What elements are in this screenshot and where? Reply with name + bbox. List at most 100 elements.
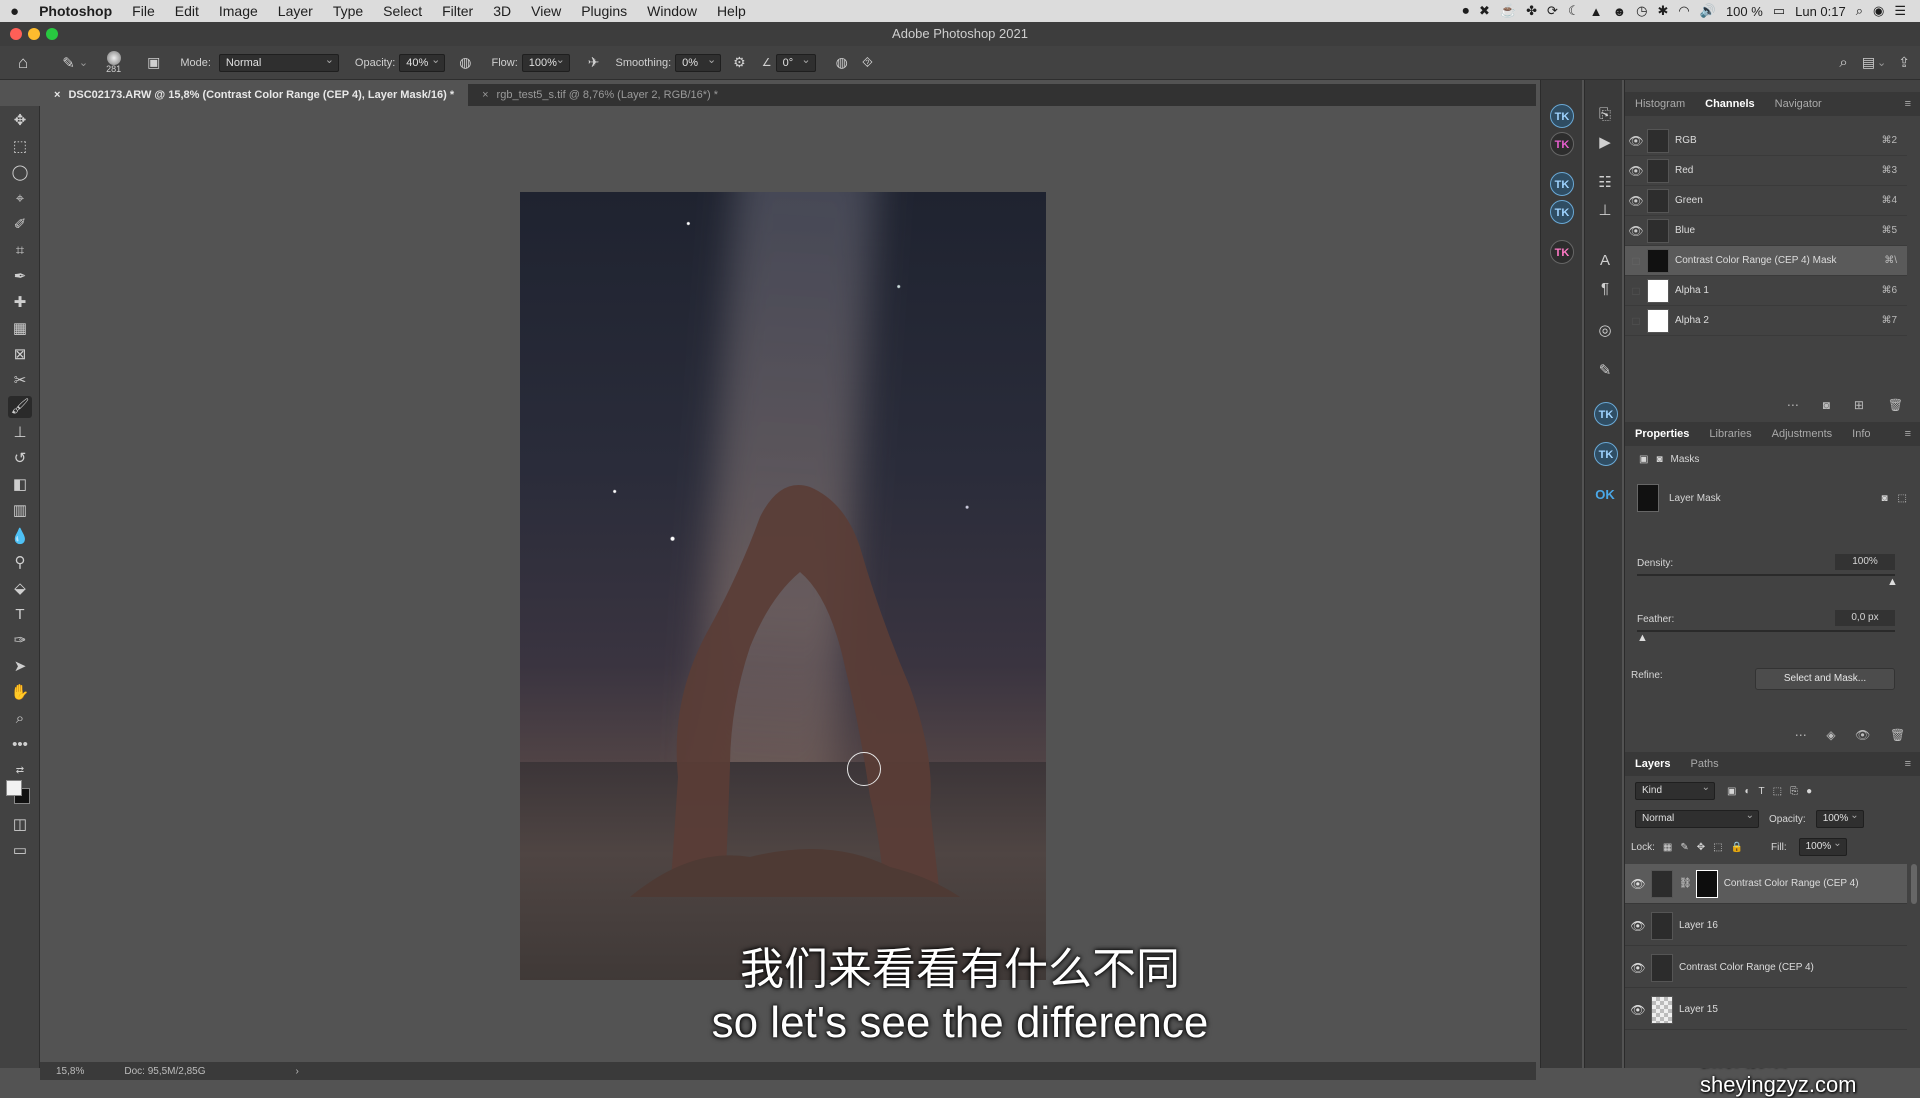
lock-position-icon[interactable]: ✥ (1697, 842, 1705, 853)
healing-brush-tool-icon[interactable]: ✚ (8, 292, 32, 314)
status-arrow-icon[interactable]: › (296, 1066, 299, 1077)
visibility-eye-icon[interactable]: 👁 (1625, 134, 1647, 148)
delete-channel-icon[interactable]: 🗑 (1888, 398, 1903, 412)
marquee-tool-icon[interactable]: ⬚ (8, 136, 32, 158)
visibility-eye-icon[interactable]: □ (1625, 314, 1647, 328)
add-pixel-mask-icon[interactable]: ◙ (1882, 493, 1888, 504)
workspace-dropdown-icon[interactable]: ⌄ (1877, 56, 1886, 69)
record-icon[interactable]: ⏺ (1463, 3, 1470, 19)
cup-icon[interactable]: ☕ (1500, 3, 1516, 19)
filter-shape-icon[interactable]: ⬚ (1773, 786, 1782, 797)
quick-selection-tool-icon[interactable]: ✐ (8, 214, 32, 236)
dodge-tool-icon[interactable]: ⚲ (8, 552, 32, 574)
filter-smart-object-icon[interactable]: ⎘ (1790, 786, 1798, 797)
tk-panel-icon[interactable]: TK (1594, 442, 1618, 466)
adjustments-icon[interactable]: ☷ (1594, 172, 1616, 194)
glyphs-icon[interactable]: ◎ (1594, 320, 1616, 342)
visibility-eye-icon[interactable]: 👁 (1625, 877, 1651, 891)
channel-row-rgb[interactable]: 👁 RGB ⌘2 (1625, 126, 1907, 156)
fill-field[interactable]: 100% (1798, 836, 1847, 856)
visibility-eye-icon[interactable]: 👁 (1625, 164, 1647, 178)
brush-size-preview[interactable]: 281 (106, 51, 121, 74)
masks-icon[interactable]: ◙ (1656, 454, 1662, 465)
move-tool-icon[interactable]: ✥ (8, 110, 32, 132)
menu-select[interactable]: Select (373, 3, 432, 19)
tk-panel-icon[interactable]: TK (1550, 104, 1574, 128)
layers-scrollbar[interactable] (1911, 864, 1917, 904)
panel-menu-icon[interactable]: ≡ (1895, 98, 1920, 110)
select-and-mask-button[interactable]: Select and Mask... (1755, 668, 1895, 690)
layer-row-contrast[interactable]: 👁 Contrast Color Range (CEP 4) (1625, 948, 1907, 988)
menu-edit[interactable]: Edit (165, 3, 209, 19)
channel-row-red[interactable]: 👁 Red ⌘3 (1625, 156, 1907, 186)
maximize-window-button[interactable] (46, 28, 58, 40)
menu-type[interactable]: Type (323, 3, 373, 19)
frame-tool-icon[interactable]: ⊠ (8, 344, 32, 366)
feather-slider-track[interactable] (1637, 630, 1895, 632)
visibility-eye-icon[interactable]: □ (1625, 284, 1647, 298)
layer-row-16[interactable]: 👁 Layer 16 (1625, 906, 1907, 946)
tk-panel-icon[interactable]: TK (1594, 402, 1618, 426)
panel-menu-icon[interactable]: ≡ (1895, 758, 1920, 770)
filter-type-icon[interactable]: T (1759, 786, 1765, 797)
angle-field[interactable]: 0° (775, 52, 816, 72)
load-selection-icon[interactable]: ⋯ (1795, 728, 1807, 742)
home-icon[interactable]: ⌂ (18, 53, 28, 73)
layer-row-15[interactable]: 👁 Layer 15 (1625, 990, 1907, 1030)
tab-paths[interactable]: Paths (1680, 758, 1728, 770)
clock-text[interactable]: Lun 0:17 (1795, 4, 1846, 19)
tab-histogram[interactable]: Histogram (1625, 98, 1695, 110)
tab-channels[interactable]: Channels (1695, 98, 1765, 110)
new-channel-icon[interactable]: ⊞ (1854, 398, 1864, 412)
doc-size[interactable]: Doc: 95,5M/2,85G (124, 1066, 205, 1077)
smoothing-field[interactable]: 0% (675, 52, 722, 72)
volume-icon[interactable]: 🔊 (1700, 3, 1716, 19)
pixel-mask-icon[interactable]: ▣ (1639, 454, 1648, 465)
add-vector-mask-icon[interactable]: ⬚ (1898, 493, 1907, 504)
lock-pixels-icon[interactable]: ✎ (1680, 842, 1688, 853)
bluetooth-icon[interactable]: ✱ (1658, 3, 1669, 19)
kind-filter-dropdown[interactable]: Kind (1635, 780, 1715, 800)
disable-mask-eye-icon[interactable]: 👁 (1855, 728, 1870, 742)
close-window-button[interactable] (10, 28, 22, 40)
visibility-eye-icon[interactable]: □ (1625, 254, 1647, 268)
layer-row-contrast-active[interactable]: 👁 ⛓ Contrast Color Range (CEP 4) (1625, 864, 1907, 904)
menu-plugins[interactable]: Plugins (571, 3, 637, 19)
search-icon[interactable]: ⌕ (1839, 54, 1847, 71)
patch-tool-icon[interactable]: ▦ (8, 318, 32, 340)
history-icon[interactable]: ⎘ (1594, 104, 1616, 126)
moon-icon[interactable]: ☾ (1568, 3, 1580, 19)
layer-opacity-field[interactable]: 100% (1815, 808, 1864, 828)
tab-info[interactable]: Info (1842, 428, 1880, 440)
path-selection-tool-icon[interactable]: ➤ (8, 656, 32, 678)
close-tab-icon[interactable]: × (54, 84, 60, 106)
load-selection-icon[interactable]: ⋯ (1787, 398, 1799, 412)
mode-dropdown[interactable]: Normal (218, 52, 339, 72)
clock-icon[interactable]: ◷ (1636, 3, 1647, 19)
pressure-size-icon[interactable]: ◍ (836, 54, 848, 71)
paragraph-icon[interactable]: ¶ (1594, 278, 1616, 300)
tab-navigator[interactable]: Navigator (1765, 98, 1832, 110)
lock-transparency-icon[interactable]: ▦ (1663, 842, 1672, 853)
lock-all-icon[interactable]: 🔒 (1731, 842, 1743, 853)
airbrush-icon[interactable]: ✈ (588, 54, 600, 71)
eyedropper-tool-icon[interactable]: ✒ (8, 266, 32, 288)
document-tab-active[interactable]: × DSC02173.ARW @ 15,8% (Contrast Color R… (40, 84, 469, 106)
menu-window[interactable]: Window (637, 3, 707, 19)
pen-tool-icon[interactable]: ✑ (8, 630, 32, 652)
more-tools-icon[interactable]: ••• (8, 734, 32, 756)
screen-mode-icon[interactable]: ▭ (8, 840, 32, 862)
density-field[interactable]: 100% (1835, 554, 1895, 570)
opacity-field[interactable]: 40% (399, 52, 446, 72)
object-selection-tool-icon[interactable]: ⌖ (8, 188, 32, 210)
channel-row-alpha1[interactable]: □ Alpha 1 ⌘6 (1625, 276, 1907, 306)
apple-menu-icon[interactable]: ● (0, 3, 29, 20)
tk-color-icon[interactable]: TK (1550, 240, 1574, 264)
swap-colors-icon[interactable]: ⇄ (8, 760, 32, 782)
gradient-tool-icon[interactable]: ▥ (8, 500, 32, 522)
apply-mask-icon[interactable]: ◈ (1826, 728, 1835, 742)
channel-row-alpha2[interactable]: □ Alpha 2 ⌘7 (1625, 306, 1907, 336)
filter-pixel-icon[interactable]: ▣ (1727, 786, 1736, 797)
tab-libraries[interactable]: Libraries (1699, 428, 1761, 440)
channel-row-blue[interactable]: 👁 Blue ⌘5 (1625, 216, 1907, 246)
